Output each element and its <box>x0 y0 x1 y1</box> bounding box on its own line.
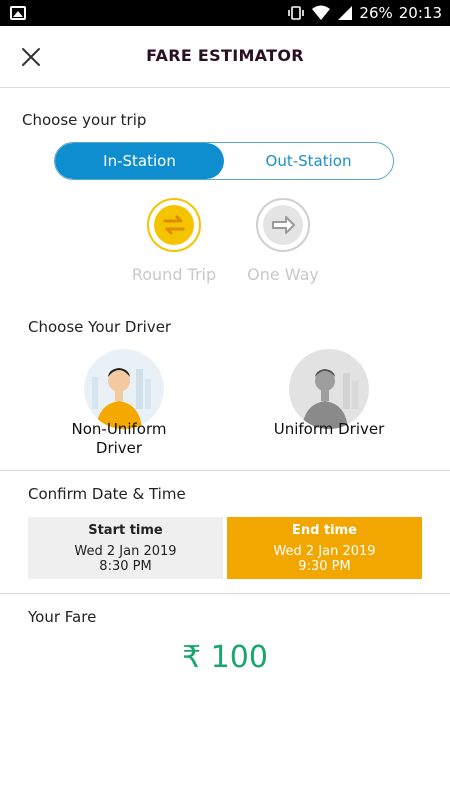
non-uniform-driver-avatar[interactable] <box>84 349 164 429</box>
divider <box>0 593 450 594</box>
clock: 20:13 <box>398 4 442 22</box>
image-icon <box>10 6 26 20</box>
fare-amount: ₹ 100 <box>182 640 268 675</box>
one-way-icon[interactable] <box>255 197 311 253</box>
page-title: FARE ESTIMATOR <box>146 46 304 65</box>
app-bar: FARE ESTIMATOR <box>0 26 450 88</box>
station-toggle: In-Station Out-Station <box>54 142 394 180</box>
start-time-heading: Start time <box>88 523 163 538</box>
one-way-label: One Way <box>247 265 319 284</box>
choose-driver-label: Choose Your Driver <box>28 318 172 336</box>
status-bar: 26% 20:13 <box>0 0 450 26</box>
end-time-heading: End time <box>292 523 357 538</box>
start-time-box[interactable]: Start time Wed 2 Jan 2019 8:30 PM <box>28 517 223 579</box>
status-right: 26% 20:13 <box>287 4 442 22</box>
end-time-box[interactable]: End time Wed 2 Jan 2019 9:30 PM <box>227 517 422 579</box>
end-time: 9:30 PM <box>298 559 351 574</box>
battery-percent: 26% <box>359 4 393 22</box>
uniform-driver-label: Uniform Driver <box>273 420 385 438</box>
choose-trip-label: Choose your trip <box>22 111 147 129</box>
non-uniform-driver-label: Non-Uniform Driver <box>71 420 167 457</box>
divider <box>0 470 450 471</box>
end-date: Wed 2 Jan 2019 <box>273 544 376 559</box>
uniform-driver-person-icon <box>302 369 358 429</box>
uniform-driver-avatar[interactable] <box>289 349 369 429</box>
start-date: Wed 2 Jan 2019 <box>74 544 177 559</box>
tab-out-station[interactable]: Out-Station <box>224 143 393 179</box>
vibrate-icon <box>288 6 305 20</box>
cell-signal-icon <box>338 6 353 20</box>
confirm-datetime-label: Confirm Date & Time <box>28 485 186 503</box>
wifi-icon <box>312 5 331 20</box>
round-trip-icon[interactable] <box>146 197 202 253</box>
start-time: 8:30 PM <box>99 559 152 574</box>
your-fare-label: Your Fare <box>28 608 97 626</box>
driver-person-icon <box>92 368 151 429</box>
tab-in-station[interactable]: In-Station <box>55 143 224 179</box>
round-trip-label: Round Trip <box>131 265 217 284</box>
